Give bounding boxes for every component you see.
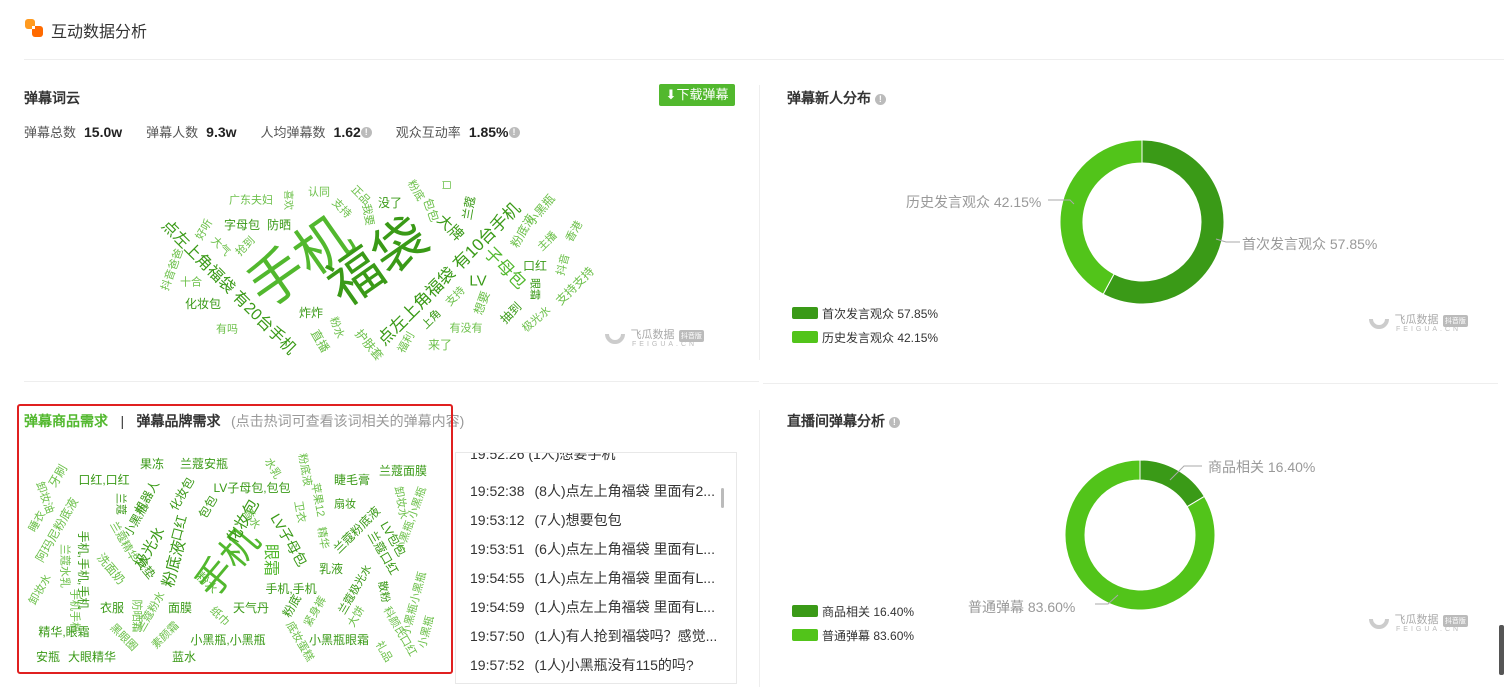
list-item-text: (1人)点左上角福袋 里面有L... xyxy=(534,570,715,586)
list-scrollbar[interactable] xyxy=(721,488,724,508)
divider xyxy=(759,410,760,687)
live-analysis-title: 直播间弹幕分析 ! xyxy=(787,411,900,431)
cloud-word[interactable]: 口红 xyxy=(523,260,547,272)
list-item-text: (1人)有人抢到福袋吗？感觉... xyxy=(534,628,718,644)
legend-label: 普通弹幕 83.60% xyxy=(822,628,915,643)
list-item[interactable]: 19:57:50 (1人)有人抢到福袋吗？感觉... xyxy=(470,626,717,646)
cloud-word[interactable]: 主播 xyxy=(536,230,560,254)
info-icon[interactable]: ! xyxy=(874,93,886,105)
legend-swatch xyxy=(792,629,818,641)
list-row-partial: 19:52:26 (1人)想要手机 xyxy=(470,452,616,462)
list-item[interactable]: 19:52:38 (8人)点左上角福袋 里面有2... xyxy=(470,481,715,501)
legend-item[interactable]: 普通弹幕 83.60% xyxy=(792,623,914,647)
highlight-box xyxy=(17,404,453,674)
legend-label: 商品相关 16.40% xyxy=(822,604,915,619)
live-leaders xyxy=(1095,465,1202,605)
donut-label-product: 商品相关 16.40% xyxy=(1208,459,1316,475)
watermark-name: 飞瓜数据 xyxy=(1394,614,1439,627)
page-scrollbar[interactable] xyxy=(1499,625,1504,675)
watermark-name: 飞瓜数据 xyxy=(1394,314,1439,327)
legend-item[interactable]: 历史发言观众 42.15% xyxy=(792,325,938,349)
donut-label-normal: 普通弹幕 83.60% xyxy=(968,599,1076,615)
cloud-word[interactable]: 兰蔻 xyxy=(460,195,478,221)
feigua-logo-icon xyxy=(1369,618,1389,629)
cloud-word[interactable]: 香港 xyxy=(564,219,585,244)
legend-label: 首次发言观众 57.85% xyxy=(822,306,939,321)
cloud-word[interactable]: 眼霜 xyxy=(529,278,541,300)
watermark-sub: FEIGUA.CN xyxy=(1396,626,1462,633)
list-item[interactable]: 19:57:52 (1人)小黑瓶没有115的吗? xyxy=(470,655,694,675)
legend-swatch xyxy=(792,331,818,343)
donut-label-history: 历史发言观众 42.15% xyxy=(906,194,1042,210)
list-item-time: 19:52:38 xyxy=(470,483,525,499)
list-item-time: 19:54:55 xyxy=(470,570,525,586)
list-item-text: (8人)点左上角福袋 里面有2... xyxy=(534,483,715,499)
live-analysis-title-text: 直播间弹幕分析 xyxy=(787,413,885,429)
newcomer-title: 弹幕新人分布 ! xyxy=(787,88,886,108)
feigua-logo-icon xyxy=(605,333,625,344)
newcomer-legend: 首次发言观众 57.85% 历史发言观众 42.15% xyxy=(792,301,938,349)
divider xyxy=(763,383,1498,384)
list-item-text: (1人)小黑瓶没有115的吗? xyxy=(534,657,694,673)
legend-item[interactable]: 首次发言观众 57.85% xyxy=(792,301,938,325)
watermark: 飞瓜数据 抖音版 FEIGUA.CN xyxy=(1368,308,1468,333)
feigua-logo-icon xyxy=(1369,318,1389,329)
cloud-word[interactable]: 抽到 xyxy=(498,300,525,327)
list-item-text: (6人)点左上角福袋 里面有L... xyxy=(534,541,715,557)
divider xyxy=(759,85,760,360)
danmu-list[interactable]: 19:52:26 (1人)想要手机 19:52:38 (8人)点左上角福袋 里面有… xyxy=(455,452,737,684)
list-item-time: 19:53:12 xyxy=(470,512,525,528)
cloud-word[interactable]: LV xyxy=(469,274,486,289)
list-item[interactable]: 19:54:59 (1人)点左上角福袋 里面有L... xyxy=(470,597,715,617)
live-legend: 商品相关 16.40% 普通弹幕 83.60% xyxy=(792,599,914,647)
watermark-name: 飞瓜数据 xyxy=(630,329,675,342)
list-item-time: 19:53:51 xyxy=(470,541,525,557)
list-item-text: (1人)点左上角福袋 里面有L... xyxy=(534,599,715,615)
watermark-sub: FEIGUA.CN xyxy=(632,341,698,348)
list-item-time: 19:54:59 xyxy=(470,599,525,615)
cloud-word[interactable]: 想要 xyxy=(471,289,492,316)
list-item[interactable]: 19:54:55 (1人)点左上角福袋 里面有L... xyxy=(470,568,715,588)
legend-swatch xyxy=(792,605,818,617)
list-item[interactable]: 19:53:12 (7人)想要包包 xyxy=(470,510,622,530)
newcomer-title-text: 弹幕新人分布 xyxy=(787,90,871,106)
legend-item[interactable]: 商品相关 16.40% xyxy=(792,599,914,623)
list-item[interactable]: 19:53:51 (6人)点左上角福袋 里面有L... xyxy=(470,539,715,559)
watermark: 飞瓜数据 抖音版 FEIGUA.CN xyxy=(604,323,704,348)
list-item-text: (7人)想要包包 xyxy=(534,512,622,528)
watermark-sub: FEIGUA.CN xyxy=(1396,326,1462,333)
info-icon[interactable]: ! xyxy=(888,416,900,428)
cloud-word[interactable]: 抖音 xyxy=(555,253,572,277)
legend-label: 历史发言观众 42.15% xyxy=(822,330,939,345)
cloud-word[interactable]: 极光水 xyxy=(520,304,553,334)
cloud-word[interactable]: 子母包 xyxy=(480,243,529,292)
watermark: 飞瓜数据 抖音版 FEIGUA.CN xyxy=(1368,608,1468,633)
list-item-time: 19:57:52 xyxy=(470,657,525,673)
legend-swatch xyxy=(792,307,818,319)
donut-label-first: 首次发言观众 57.85% xyxy=(1242,236,1378,252)
list-item-time: 19:57:50 xyxy=(470,628,525,644)
